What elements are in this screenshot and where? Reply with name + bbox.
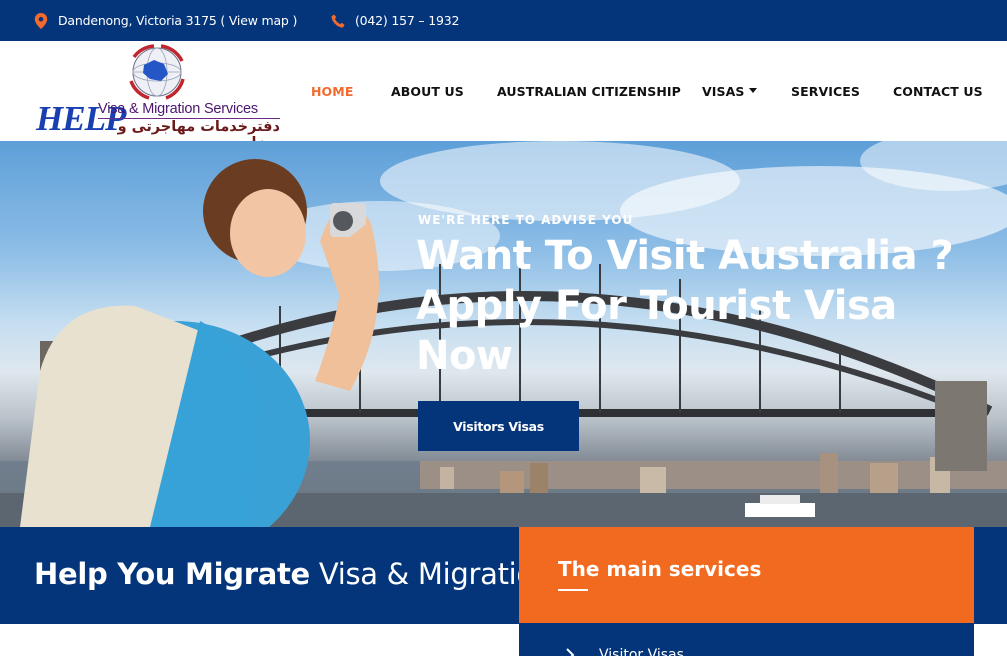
phone-text: (042) 157 – 1932: [355, 13, 460, 28]
chevron-down-icon: [748, 87, 757, 93]
title-underline: [558, 589, 588, 591]
hero-eyebrow: WE'RE HERE TO ADVISE YOU: [418, 213, 634, 227]
chevron-right-icon: [566, 648, 575, 656]
nav-about-us[interactable]: ABOUT US: [391, 84, 464, 99]
map-pin-icon: [34, 12, 48, 29]
phone-icon: [331, 13, 345, 28]
service-item-visitor-visas[interactable]: Visitor Visas: [563, 647, 684, 656]
nav-citizenship-item: AUSTRALIAN CITIZENSHIP: [497, 41, 681, 141]
hero-banner: WE'RE HERE TO ADVISE YOU Want To Visit A…: [0, 141, 1007, 527]
intro-title-light: Visa & Migration: [318, 557, 552, 591]
intro-title-bold: Help You Migrate: [34, 557, 310, 591]
nav-visas-item: VISAS: [702, 41, 757, 141]
nav-home[interactable]: HOME: [311, 84, 353, 99]
location-text: Dandenong, Victoria 3175 ( View map ): [58, 13, 298, 28]
hero-headline-line-2: Apply For Tourist Visa: [416, 283, 897, 329]
top-info-bar: Dandenong, Victoria 3175 ( View map ) (0…: [0, 0, 1007, 41]
nav-about-item: ABOUT US: [391, 41, 464, 141]
services-list: Visitor Visas: [519, 623, 974, 656]
main-services-title: The main services: [558, 557, 762, 581]
site-logo[interactable]: HELP Visa & Migration Services دفترخدمات…: [34, 43, 284, 151]
nav-services-item: SERVICES: [791, 41, 860, 141]
phone-link[interactable]: (042) 157 – 1932: [331, 0, 459, 41]
location-link[interactable]: Dandenong, Victoria 3175 ( View map ): [34, 0, 297, 41]
nav-australian-citizenship[interactable]: AUSTRALIAN CITIZENSHIP: [497, 84, 681, 99]
nav-visas-label: VISAS: [702, 83, 745, 99]
hero-headline-line-3: Now: [416, 333, 513, 379]
main-services-panel: The main services: [519, 527, 974, 623]
site-header: HELP Visa & Migration Services دفترخدمات…: [0, 41, 1007, 151]
nav-services[interactable]: SERVICES: [791, 84, 860, 99]
nav-contact-item: CONTACT US: [893, 41, 983, 141]
nav-home-item: HOME: [311, 41, 353, 141]
visitors-visas-button[interactable]: Visitors Visas: [418, 401, 579, 451]
intro-title: Help You Migrate Visa & Migration: [34, 557, 552, 591]
globe-logo-icon: [129, 44, 185, 100]
hero-headline-line-1: Want To Visit Australia ?: [416, 233, 954, 279]
nav-contact-us[interactable]: CONTACT US: [893, 84, 983, 99]
hero-headline: Want To Visit Australia ? Apply For Tour…: [416, 231, 991, 381]
nav-visas[interactable]: VISAS: [702, 84, 757, 99]
logo-subtitle: Visa & Migration Services: [98, 101, 258, 117]
service-item-label: Visitor Visas: [599, 647, 684, 656]
